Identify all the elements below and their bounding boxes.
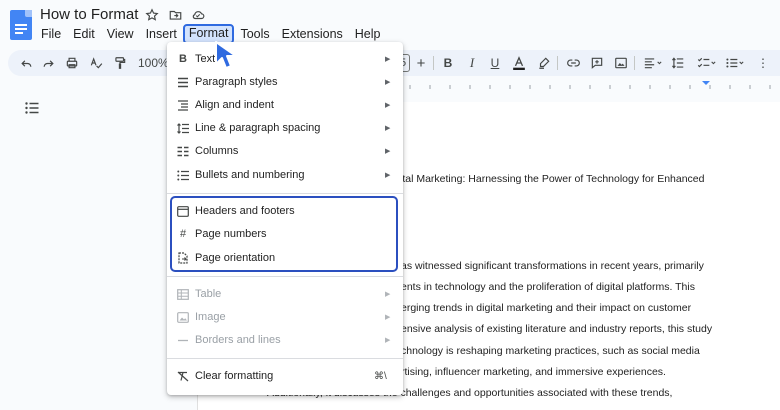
format-menu-bullets-numbering[interactable]: Bullets and numbering ▶ [167,164,403,186]
submenu-arrow-icon: ▶ [385,172,391,179]
table-icon [177,288,189,300]
toolbar-divider [634,56,635,70]
format-menu-image: Image ▶ [167,306,403,328]
bold-icon: B [179,53,187,65]
menu-bar: File Edit View Insert Format Tools Exten… [35,24,387,44]
image-icon [177,311,189,323]
toolbar-divider [557,56,558,70]
borders-icon [177,334,189,346]
document-text-line: ital Marketing: Harnessing the Power of … [400,173,705,185]
document-text-line: chnology is reshaping marketing practice… [401,345,700,357]
submenu-arrow-icon: ▶ [385,291,391,298]
submenu-arrow-icon: ▶ [385,125,391,132]
comment-icon[interactable] [589,55,605,71]
bulleted-list-icon[interactable] [723,55,747,71]
menu-file[interactable]: File [35,24,67,44]
line-spacing-icon [177,122,189,134]
spellcheck-icon[interactable] [88,55,104,71]
submenu-arrow-icon: ▶ [385,337,391,344]
mouse-pointer-icon [215,41,237,69]
checklist-icon[interactable] [695,55,719,71]
document-outline-icon[interactable] [25,102,39,114]
move-folder-icon[interactable] [167,7,183,23]
menu-help[interactable]: Help [349,24,387,44]
format-menu-columns[interactable]: Columns ▶ [167,140,403,162]
document-title[interactable]: How to Format [40,6,138,23]
format-menu-clear-formatting[interactable]: Clear formatting ⌘\ [167,365,403,387]
ruler[interactable] [400,76,780,90]
document-text-line: erging trends in digital marketing and t… [401,302,692,314]
submenu-arrow-icon: ▶ [385,102,391,109]
docs-logo-icon[interactable] [10,10,32,40]
menu-extensions[interactable]: Extensions [276,24,349,44]
link-icon[interactable] [565,55,581,71]
menu-divider [167,193,403,194]
more-options-icon[interactable]: ⋮ [756,55,770,71]
cloud-status-icon[interactable] [190,7,206,23]
clear-formatting-shortcut: ⌘\ [374,370,387,382]
undo-icon[interactable] [18,55,34,71]
align-select-icon[interactable] [641,55,665,71]
format-menu-align-indent[interactable]: Align and indent ▶ [167,94,403,116]
format-menu-borders-lines: Borders and lines ▶ [167,329,403,351]
toolbar-divider [433,56,434,70]
format-menu-text[interactable]: B Text ▶ [167,48,403,70]
submenu-arrow-icon: ▶ [385,56,391,63]
document-text-line: as witnessed significant transformations… [401,260,704,272]
align-indent-icon [177,99,189,111]
zoom-select[interactable]: 100% [138,55,169,71]
clear-formatting-icon [177,370,189,382]
bullets-icon [177,169,189,181]
document-text-line: rtising, influencer marketing, and immer… [401,366,666,378]
highlighted-menu-group [170,196,398,272]
paint-format-icon[interactable] [112,55,128,71]
highlight-icon[interactable] [536,55,552,71]
columns-icon [177,145,189,157]
paragraph-styles-icon [177,76,189,88]
italic-icon[interactable]: I [465,55,479,71]
star-icon[interactable] [144,7,160,23]
menu-edit[interactable]: Edit [67,24,101,44]
format-menu-table: Table ▶ [167,283,403,305]
bold-icon[interactable]: B [441,55,455,71]
menu-divider [167,276,403,277]
submenu-arrow-icon: ▶ [385,79,391,86]
format-menu-paragraph-styles[interactable]: Paragraph styles ▶ [167,71,403,93]
menu-divider [167,358,403,359]
document-text-line: ensive analysis of existing literature a… [401,323,713,335]
redo-icon[interactable] [40,55,56,71]
document-text-line: ents in technology and the proliferation… [401,281,695,293]
increase-font-size-icon[interactable]: + [414,55,428,72]
submenu-arrow-icon: ▶ [385,314,391,321]
format-menu-line-spacing[interactable]: Line & paragraph spacing ▶ [167,117,403,139]
line-spacing-icon[interactable] [670,55,686,71]
text-color-icon[interactable] [511,55,527,71]
submenu-arrow-icon: ▶ [385,148,391,155]
insert-image-icon[interactable] [613,55,629,71]
menu-view[interactable]: View [101,24,140,44]
menu-insert[interactable]: Insert [140,24,183,44]
print-icon[interactable] [64,55,80,71]
underline-icon[interactable]: U [488,55,502,71]
